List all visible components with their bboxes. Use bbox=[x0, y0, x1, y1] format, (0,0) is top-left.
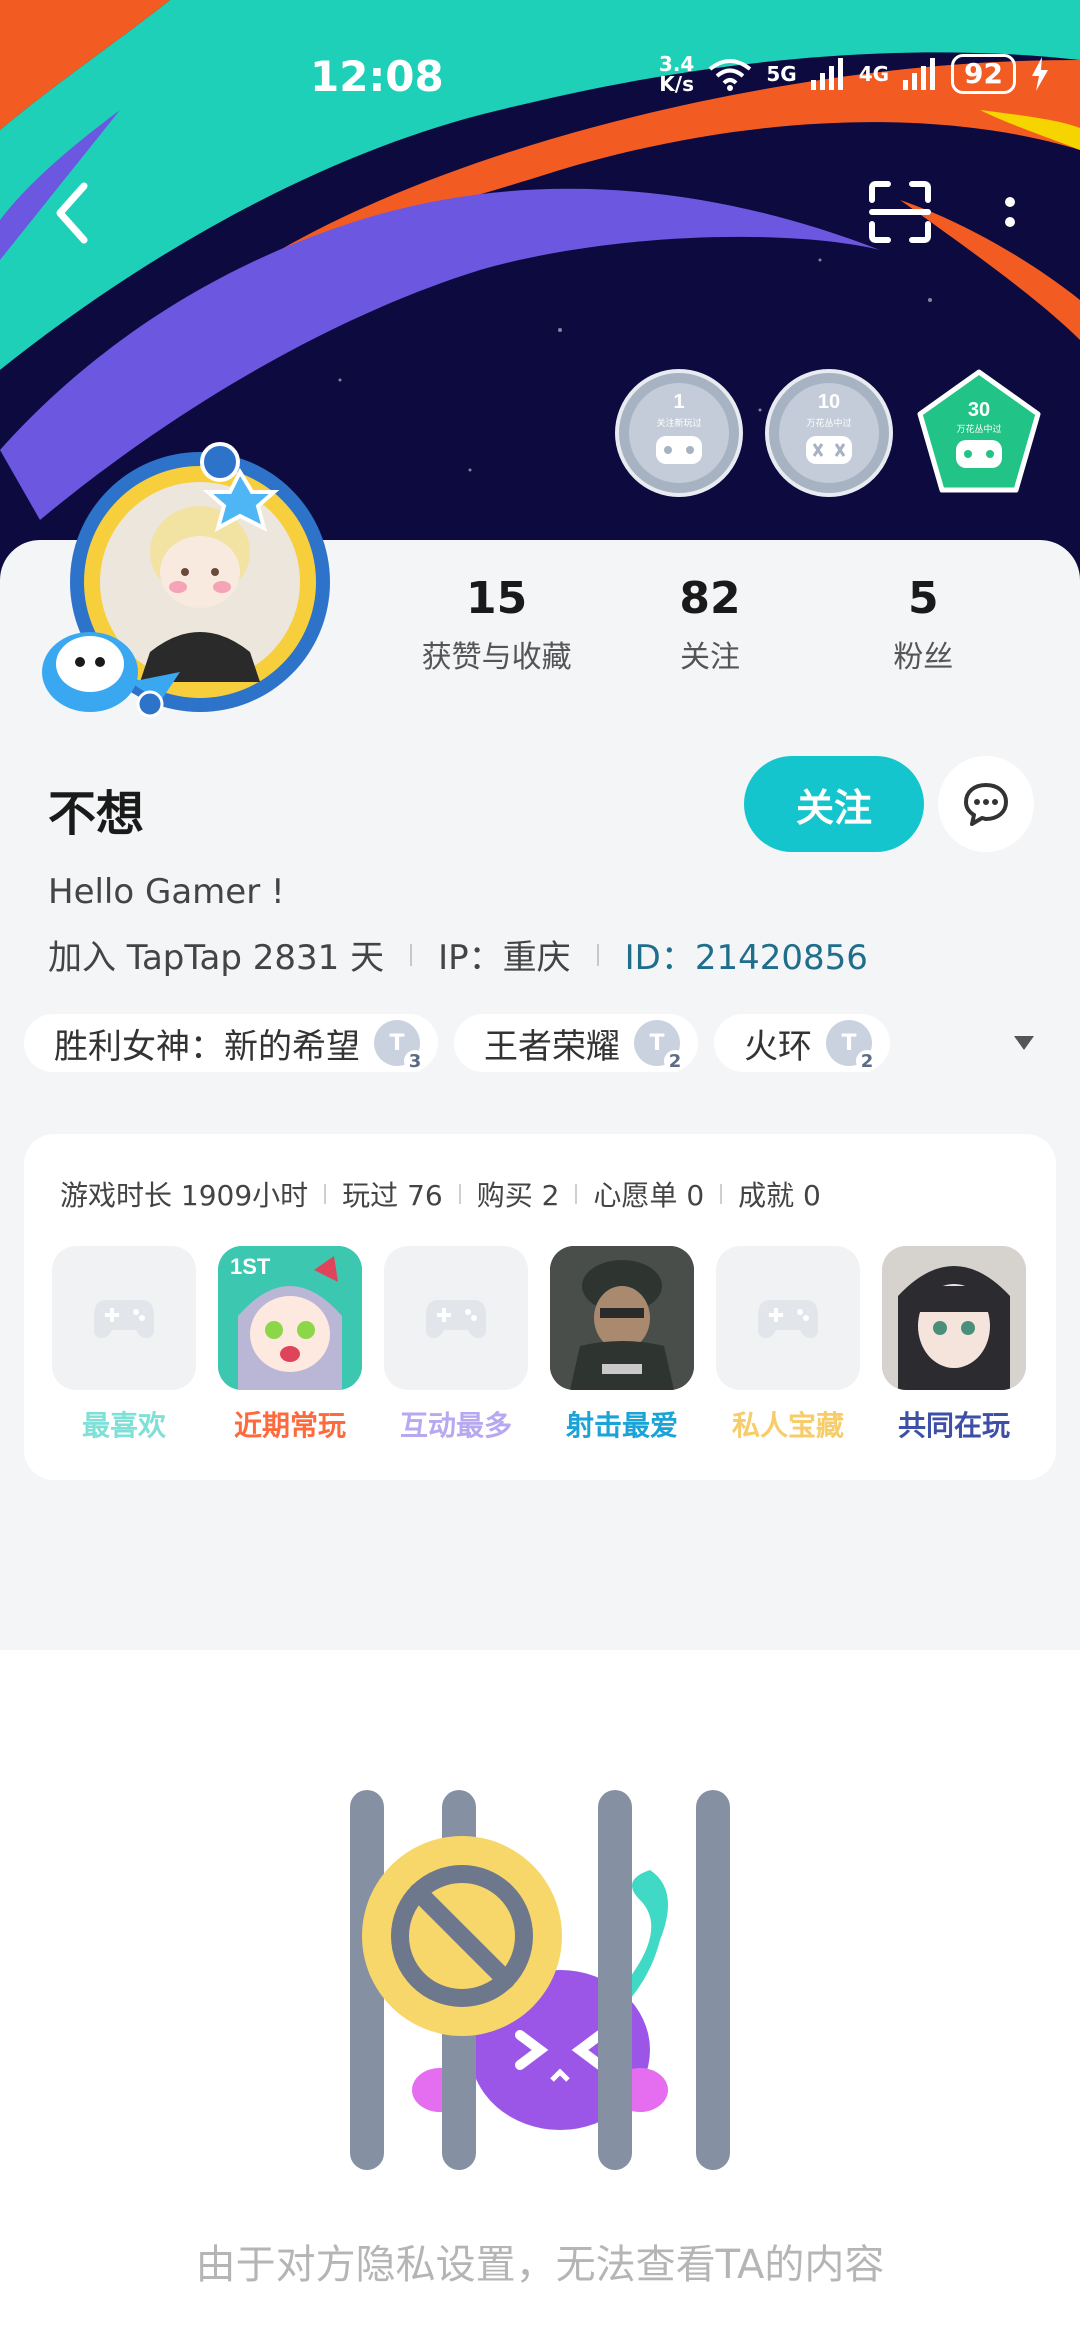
game-thumb bbox=[716, 1246, 860, 1390]
game-tag[interactable]: 胜利女神：新的希望 T3 bbox=[24, 1014, 438, 1072]
game-label: 共同在玩 bbox=[897, 1409, 1010, 1442]
gamepad-icon bbox=[94, 1300, 154, 1338]
stat-following[interactable]: 82 关注 bbox=[603, 572, 816, 676]
achievement-badge[interactable]: 30 万花丛中过 bbox=[914, 368, 1044, 498]
achievement-badge[interactable]: 10 万花丛中过 bbox=[764, 368, 894, 498]
divider bbox=[458, 1184, 461, 1204]
status-bar: 12:08 3.4 K/s 5G 4G 92 bbox=[0, 40, 1080, 120]
profile-stats: 15 获赞与收藏 82 关注 5 粉丝 bbox=[390, 572, 1030, 676]
game-tag[interactable]: 王者荣耀 T2 bbox=[454, 1014, 698, 1072]
game-cover-girl bbox=[882, 1246, 1026, 1390]
game-tag-name: 王者荣耀 bbox=[484, 1026, 620, 1067]
game-thumb bbox=[384, 1246, 528, 1390]
game-cover-soldier bbox=[550, 1246, 694, 1390]
badge-number: 30 bbox=[968, 399, 990, 421]
game-tags: 胜利女神：新的希望 T3 王者荣耀 T2 火环 T2 bbox=[24, 1014, 890, 1072]
wishlist-count[interactable]: 心愿单 0 bbox=[593, 1174, 704, 1214]
status-time: 12:08 bbox=[310, 52, 444, 101]
games-card: 游戏时长 1909小时 玩过 76 购买 2 心愿单 0 成就 0 最喜欢 1S… bbox=[24, 1134, 1056, 1480]
bio: Hello Gamer ! bbox=[48, 872, 285, 912]
game-cover bbox=[550, 1246, 694, 1390]
purchase-count[interactable]: 购买 2 bbox=[477, 1174, 560, 1214]
game-tag-name: 胜利女神：新的希望 bbox=[54, 1026, 360, 1067]
network-5g-label: 5G bbox=[766, 62, 797, 86]
scan-icon[interactable] bbox=[868, 180, 932, 244]
badge-caption: 万花丛中过 bbox=[806, 417, 851, 429]
svg-text:1ST: 1ST bbox=[230, 1254, 271, 1279]
user-id[interactable]: ID：21420856 bbox=[625, 930, 868, 979]
network-4g-label: 4G bbox=[858, 62, 890, 86]
played-count[interactable]: 玩过 76 bbox=[342, 1174, 443, 1214]
taptap-level-icon: T2 bbox=[826, 1020, 878, 1072]
chat-bubble-icon bbox=[964, 783, 1008, 826]
stat-likes[interactable]: 15 获赞与收藏 bbox=[390, 572, 603, 676]
battery-level: 92 bbox=[951, 54, 1016, 94]
achievement-count[interactable]: 成就 0 bbox=[738, 1174, 821, 1214]
privacy-section: 由于对方隐私设置，无法查看TA的内容 bbox=[0, 1650, 1080, 2340]
game-cover-anime: 1ST bbox=[218, 1246, 362, 1390]
status-icons: 3.4 K/s 5G 4G 92 bbox=[659, 54, 1050, 94]
follow-button[interactable]: 关注 bbox=[744, 756, 924, 852]
taptap-level-icon: T3 bbox=[374, 1020, 426, 1072]
privacy-blocked-illustration bbox=[350, 1790, 730, 2170]
divider bbox=[596, 943, 599, 966]
badge-number: 10 bbox=[818, 391, 840, 413]
back-icon[interactable] bbox=[48, 178, 98, 248]
network-speed: 3.4 K/s bbox=[658, 52, 695, 96]
more-vertical-icon[interactable] bbox=[990, 188, 1030, 238]
game-label: 私人宝藏 bbox=[731, 1409, 844, 1442]
stat-label: 获赞与收藏 bbox=[421, 640, 572, 675]
game-item-recent[interactable]: 1ST 近期常玩 bbox=[218, 1246, 362, 1444]
gamepad-icon bbox=[426, 1300, 486, 1338]
profile-meta: 加入 TapTap 2831 天 IP：重庆 ID：21420856 bbox=[48, 930, 868, 979]
game-label: 射击最爱 bbox=[565, 1409, 678, 1442]
badge-caption: 万花丛中过 bbox=[956, 423, 1001, 435]
signal-icon bbox=[810, 58, 843, 90]
username: 不想 bbox=[48, 786, 145, 842]
message-button[interactable] bbox=[938, 756, 1034, 852]
game-item-favorite[interactable]: 最喜欢 bbox=[52, 1246, 196, 1444]
divider bbox=[324, 1184, 327, 1204]
achievement-badges: 1 关注新玩过 10 万花丛中过 30 万花丛中过 bbox=[614, 368, 1044, 498]
game-cover bbox=[882, 1246, 1026, 1390]
stat-value: 5 bbox=[908, 573, 939, 624]
privacy-message: 由于对方隐私设置，无法查看TA的内容 bbox=[195, 2242, 885, 2288]
game-tag[interactable]: 火环 T2 bbox=[714, 1014, 890, 1072]
games-stats: 游戏时长 1909小时 玩过 76 购买 2 心愿单 0 成就 0 bbox=[60, 1174, 821, 1214]
game-item-shooter[interactable]: 射击最爱 bbox=[550, 1246, 694, 1444]
wifi-icon bbox=[709, 59, 752, 91]
charging-icon bbox=[1032, 57, 1048, 91]
signal-icon-2 bbox=[903, 58, 936, 90]
game-cover: 1ST bbox=[218, 1246, 362, 1390]
avatar[interactable] bbox=[30, 432, 350, 732]
taptap-level-icon: T2 bbox=[634, 1020, 686, 1072]
divider bbox=[575, 1184, 578, 1204]
game-label: 最喜欢 bbox=[81, 1409, 166, 1442]
game-item-treasure[interactable]: 私人宝藏 bbox=[716, 1246, 860, 1444]
gamepad-icon bbox=[758, 1300, 818, 1338]
game-thumb bbox=[52, 1246, 196, 1390]
ip-location: IP：重庆 bbox=[438, 938, 571, 978]
game-tag-name: 火环 bbox=[744, 1026, 812, 1067]
game-item-together[interactable]: 共同在玩 bbox=[882, 1246, 1026, 1444]
games-row: 最喜欢 1ST 近期常玩 互动最多 射击最爱 私人宝藏 共同在玩 bbox=[52, 1246, 1026, 1444]
achievement-badge[interactable]: 1 关注新玩过 bbox=[614, 368, 744, 498]
badge-caption: 关注新玩过 bbox=[656, 417, 701, 429]
game-item-interact[interactable]: 互动最多 bbox=[384, 1246, 528, 1444]
stat-label: 粉丝 bbox=[893, 640, 954, 675]
expand-down-icon[interactable] bbox=[1014, 1036, 1034, 1050]
join-days: 加入 TapTap 2831 天 bbox=[48, 938, 385, 978]
stat-value: 15 bbox=[466, 573, 528, 624]
stat-label: 关注 bbox=[679, 640, 740, 675]
game-label: 近期常玩 bbox=[233, 1409, 346, 1442]
divider bbox=[720, 1184, 723, 1204]
stat-fans[interactable]: 5 粉丝 bbox=[817, 572, 1030, 676]
play-time[interactable]: 游戏时长 1909小时 bbox=[60, 1174, 308, 1214]
divider bbox=[410, 943, 413, 966]
badge-number: 1 bbox=[673, 391, 684, 413]
game-label: 互动最多 bbox=[399, 1409, 512, 1442]
stat-value: 82 bbox=[679, 573, 741, 624]
